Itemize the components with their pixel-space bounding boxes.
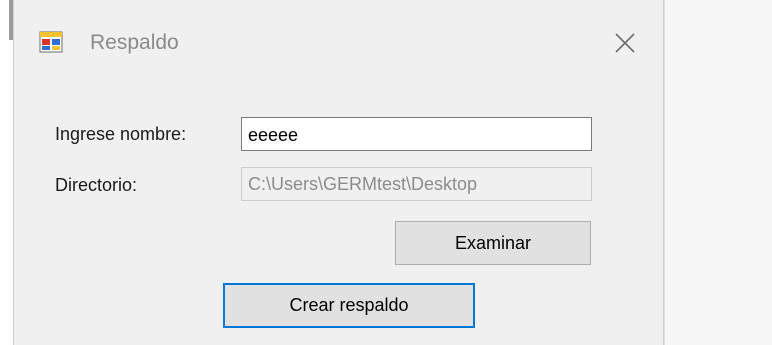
close-button[interactable] [606, 24, 644, 62]
directory-input [241, 167, 592, 201]
directory-label: Directorio: [55, 175, 138, 195]
title-bar: Respaldo [14, 0, 663, 82]
background-right [664, 0, 772, 345]
close-icon [606, 33, 644, 66]
window-title: Respaldo [90, 31, 179, 54]
name-label: Ingrese nombre: [55, 124, 187, 144]
app-window-icon [39, 31, 63, 53]
browse-button[interactable]: Examinar [395, 221, 591, 265]
background-left [0, 0, 13, 345]
create-backup-button[interactable]: Crear respaldo [223, 283, 475, 328]
name-input[interactable] [241, 117, 592, 151]
dialog-window: Respaldo Ingrese nombre: Directorio: Exa… [13, 0, 664, 345]
